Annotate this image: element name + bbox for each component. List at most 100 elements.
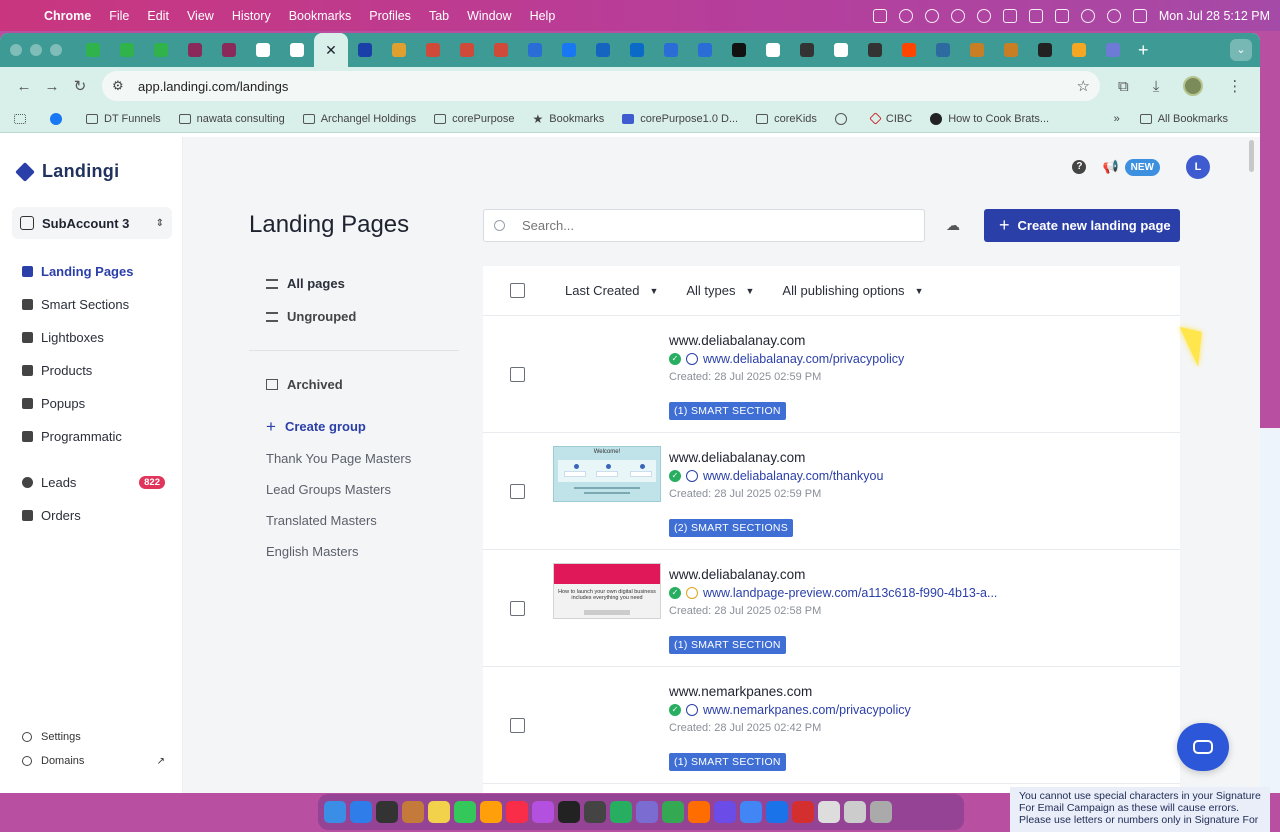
group-english-masters[interactable]: English Masters (249, 536, 459, 567)
announcements-icon[interactable]: 📢 (1102, 159, 1118, 175)
status-sync-icon[interactable] (924, 8, 939, 23)
sidebar-item-domains[interactable]: Domains ↗ (0, 749, 183, 773)
group-archived[interactable]: Archived (249, 368, 459, 401)
browser-tab[interactable] (926, 33, 960, 67)
sort-dropdown[interactable]: Last Created ▼ (565, 283, 658, 298)
tab-search-button[interactable]: ⌄ (1230, 39, 1252, 61)
dock-app-icon[interactable] (636, 801, 658, 823)
volume-icon[interactable] (1002, 8, 1017, 23)
active-tab[interactable]: ✕ (314, 33, 348, 67)
browser-tab[interactable] (280, 33, 314, 67)
chat-support-button[interactable] (1177, 723, 1229, 771)
wifi-icon[interactable] (1080, 8, 1095, 23)
downloads-icon[interactable]: ⤓ (1153, 78, 1160, 95)
browser-tab[interactable] (1062, 33, 1096, 67)
dock-app-icon[interactable] (532, 801, 554, 823)
browser-tab[interactable] (76, 33, 110, 67)
dock-app-icon[interactable] (324, 801, 346, 823)
menu-bookmarks[interactable]: Bookmarks (289, 9, 352, 23)
moon-icon[interactable] (976, 8, 991, 23)
browser-tab[interactable] (246, 33, 280, 67)
browser-tab[interactable] (858, 33, 892, 67)
browser-tab[interactable] (484, 33, 518, 67)
menu-history[interactable]: History (232, 9, 271, 23)
status-app-icon[interactable] (872, 8, 887, 23)
battery-icon[interactable] (1054, 8, 1069, 23)
new-badge[interactable]: NEW (1124, 158, 1160, 176)
group-all-pages[interactable]: All pages (249, 267, 459, 300)
browser-tab[interactable] (518, 33, 552, 67)
dock-app-icon[interactable] (714, 801, 736, 823)
row-checkbox[interactable] (510, 367, 525, 382)
minimize-window-button[interactable] (30, 44, 42, 56)
browser-tab[interactable] (382, 33, 416, 67)
menu-view[interactable]: View (187, 9, 214, 23)
extensions-icon[interactable]: ⧉ (1118, 78, 1129, 95)
browser-tab[interactable] (1028, 33, 1062, 67)
smart-section-tag[interactable]: (1) SMART SECTION (669, 636, 786, 654)
browser-tab[interactable] (892, 33, 926, 67)
status-vpn-icon[interactable] (898, 8, 913, 23)
subaccount-switcher[interactable]: SubAccount 3 ⇕ (12, 207, 172, 239)
bookmark-folder-nawata[interactable]: nawata consulting (178, 113, 285, 125)
browser-tab[interactable] (348, 33, 382, 67)
chevron-more-icon[interactable]: » (1114, 113, 1120, 125)
landing-page-url[interactable]: ✓ www.deliabalanay.com/privacypolicy (669, 352, 904, 366)
search-box[interactable] (483, 209, 925, 242)
row-checkbox[interactable] (510, 718, 525, 733)
sidebar-item-products[interactable]: Products (0, 354, 183, 387)
sidebar-item-smart-sections[interactable]: Smart Sections (0, 288, 183, 321)
browser-tab[interactable] (688, 33, 722, 67)
sidebar-item-settings[interactable]: Settings (0, 725, 183, 749)
group-translated-masters[interactable]: Translated Masters (249, 505, 459, 536)
browser-tab[interactable] (552, 33, 586, 67)
dock-app-icon[interactable] (428, 801, 450, 823)
control-center-icon[interactable] (1132, 8, 1147, 23)
sidebar-item-leads[interactable]: Leads 822 (0, 466, 183, 499)
bookmark-corepurpose-doc[interactable]: corePurpose1.0 D... (622, 113, 738, 125)
forward-button[interactable]: → (38, 78, 66, 95)
menu-window[interactable]: Window (467, 9, 511, 23)
dock-app-icon[interactable] (350, 801, 372, 823)
address-bar[interactable]: ⚙ app.landingi.com/landings ☆ (102, 71, 1100, 101)
page-thumbnail[interactable]: Welcome! (553, 446, 661, 502)
landing-page-row[interactable]: www.nemarkpanes.com ✓ www.nemarkpanes.com… (483, 667, 1180, 784)
smart-section-tag[interactable]: (1) SMART SECTION (669, 753, 786, 771)
dock-app-icon[interactable] (740, 801, 762, 823)
landing-page-row[interactable]: Welcome! www.deliabalanay.com ✓ www.delia… (483, 433, 1180, 550)
dock-app-icon[interactable] (558, 801, 580, 823)
browser-tab[interactable] (994, 33, 1028, 67)
landing-page-row[interactable]: How to launch your own digital business … (483, 550, 1180, 667)
landing-page-url[interactable]: ✓ www.landpage-preview.com/a113c618-f990-… (669, 586, 997, 600)
dock-app-icon[interactable] (376, 801, 398, 823)
menu-edit[interactable]: Edit (147, 9, 169, 23)
browser-tab[interactable] (824, 33, 858, 67)
bookmark-globe[interactable] (834, 112, 853, 125)
types-dropdown[interactable]: All types ▼ (686, 283, 754, 298)
publishing-dropdown[interactable]: All publishing options ▼ (782, 283, 923, 298)
dock-app-icon[interactable] (506, 801, 528, 823)
menu-tab[interactable]: Tab (429, 9, 449, 23)
landing-page-title[interactable]: www.deliabalanay.com (669, 450, 805, 465)
scrollbar-thumb[interactable] (1249, 140, 1254, 172)
browser-tab[interactable] (178, 33, 212, 67)
dock-app-icon[interactable] (870, 801, 892, 823)
landingi-logo[interactable]: Landingi (15, 161, 119, 182)
browser-tab[interactable] (144, 33, 178, 67)
page-scrollbar[interactable] (1248, 138, 1256, 788)
group-ungrouped[interactable]: Ungrouped (249, 300, 459, 333)
landing-page-title[interactable]: www.deliabalanay.com (669, 333, 805, 348)
landing-page-title[interactable]: www.deliabalanay.com (669, 567, 805, 582)
new-tab-button[interactable]: + (1138, 40, 1149, 61)
bookmark-folder-archangel[interactable]: Archangel Holdings (302, 113, 416, 125)
dock-app-icon[interactable] (818, 801, 840, 823)
close-tab-icon[interactable]: ✕ (324, 43, 338, 57)
browser-tab[interactable] (620, 33, 654, 67)
dock-app-icon[interactable] (792, 801, 814, 823)
cloud-upload-icon[interactable]: ☁ (946, 217, 960, 234)
dock-app-icon[interactable] (844, 801, 866, 823)
dock-app-icon[interactable] (688, 801, 710, 823)
bluetooth-icon[interactable] (1028, 8, 1043, 23)
dock-app-icon[interactable] (584, 801, 606, 823)
browser-tab[interactable] (790, 33, 824, 67)
